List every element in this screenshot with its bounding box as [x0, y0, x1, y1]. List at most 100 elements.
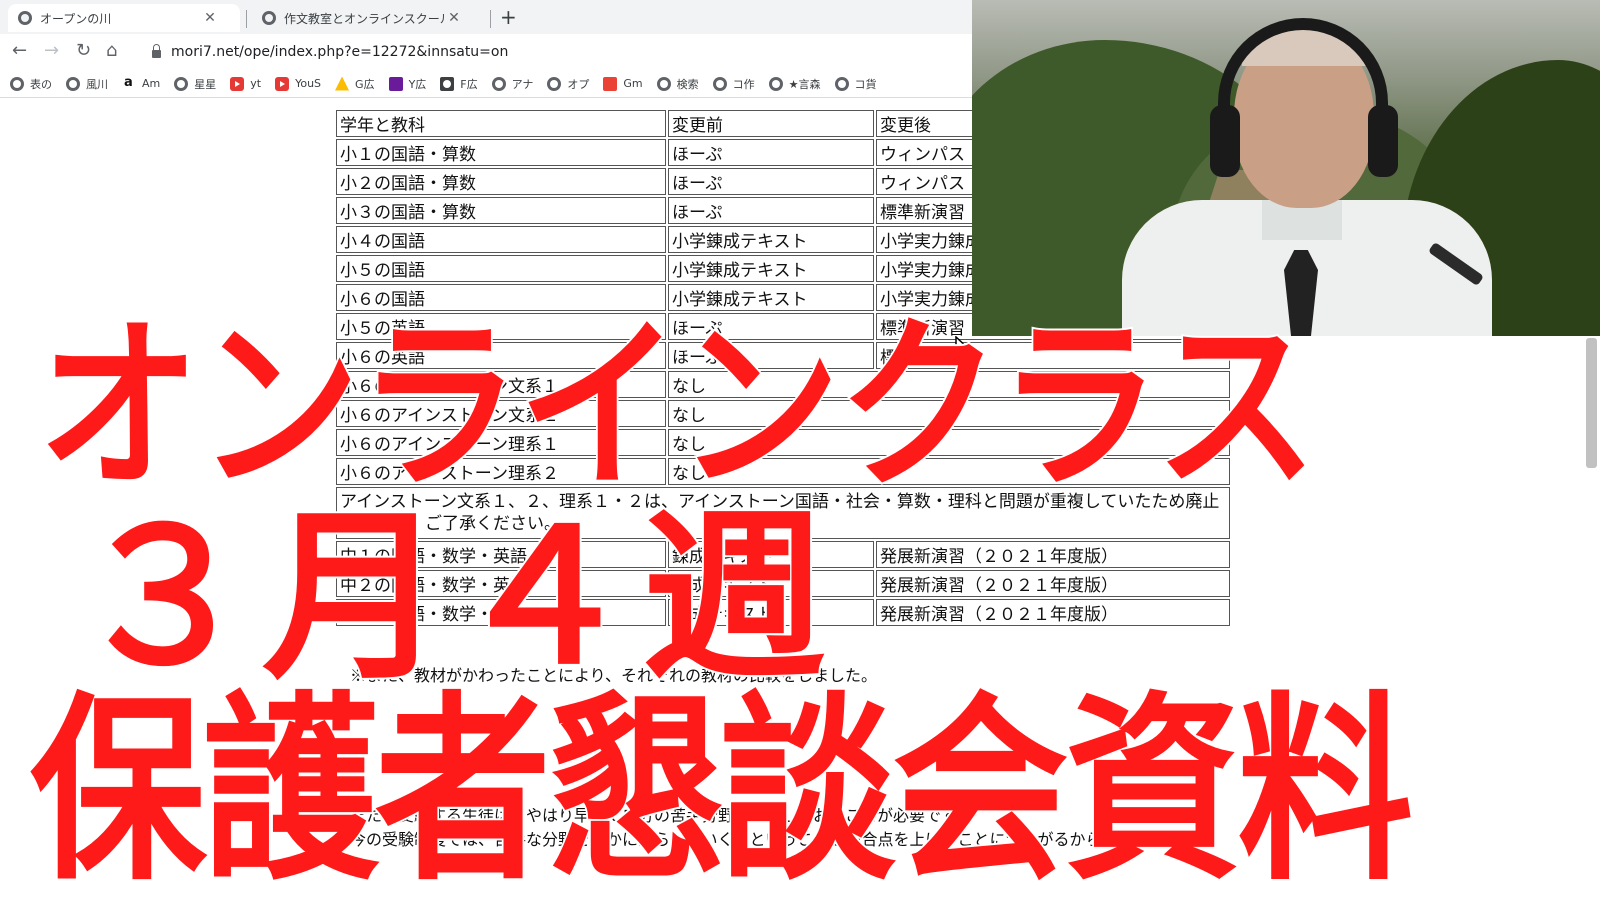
bookmark-item[interactable]: F広 — [440, 76, 478, 92]
amazon-icon — [122, 75, 136, 91]
tab-divider — [490, 10, 491, 28]
globe-icon — [491, 76, 506, 91]
forward-arrow-icon[interactable]: → — [44, 40, 59, 61]
table-row: 小６のアインストーン文系１ なし — [336, 371, 1230, 398]
globe-icon — [547, 76, 562, 91]
globe-icon — [174, 76, 189, 91]
google-ads-icon — [335, 76, 350, 91]
bookmark-item[interactable]: 表の — [10, 76, 52, 92]
youtube-icon — [275, 76, 290, 91]
bookmark-item[interactable]: YouS — [275, 76, 321, 91]
table-cell: 発展新演習（２０２１年度版） — [876, 541, 1230, 568]
scrollbar-thumb[interactable] — [1586, 338, 1597, 468]
yahoo-icon — [388, 76, 403, 91]
image-icon — [440, 76, 455, 91]
tab-active[interactable]: オープンの川 ✕ — [8, 4, 240, 32]
close-icon[interactable]: ✕ — [200, 10, 220, 26]
table-cell: 小１の国語・算数 — [336, 139, 666, 166]
reload-icon[interactable]: ↻ — [76, 40, 91, 61]
headphone-earcup — [1368, 105, 1398, 177]
tab-title: オープンの川 — [40, 11, 112, 26]
webcam-video — [972, 0, 1600, 336]
table-cell: 発展新演習（２０２１年度版） — [876, 570, 1230, 597]
table-cell: 発展新演習（２０２１年度版） — [876, 599, 1230, 626]
headphones-icon — [1218, 18, 1388, 168]
globe-icon — [10, 76, 24, 91]
table-cell: ほーぷ — [668, 139, 874, 166]
table-row: 小６の英語 ほーぷ 標準新演習 — [336, 342, 1230, 369]
tab-title: 作文教室とオンラインスクールの言葉 — [284, 11, 444, 26]
new-tab-button[interactable]: + — [500, 5, 517, 29]
table-row: 中２の国語・数学・英語 錬成テキスト 発展新演習（２０２１年度版） — [336, 570, 1230, 597]
table-cell: 小６のアインストーン理系２ — [336, 458, 666, 485]
close-icon[interactable]: ✕ — [444, 10, 464, 26]
table-cell: 中１の国語・数学・英語 — [336, 541, 666, 568]
url-text: mori7.net/ope/index.php?e=12272&innsatu=… — [171, 44, 509, 60]
table-cell: 小学錬成テキスト — [668, 255, 874, 282]
table-cell: 小６の英語 — [336, 342, 666, 369]
table-cell: 小２の国語・算数 — [336, 168, 666, 195]
table-cell: 中３の国語・数学・英語 — [336, 599, 666, 626]
table-cell: 錬成テキスト — [668, 570, 874, 597]
bookmark-item[interactable]: ★言森 — [768, 76, 821, 92]
bookmark-item[interactable]: 検索 — [656, 76, 699, 92]
bookmark-item[interactable]: 風川 — [66, 76, 108, 92]
column-header: 学年と教科 — [336, 110, 666, 137]
globe-icon — [834, 76, 849, 91]
tab-divider — [246, 10, 247, 28]
lock-icon — [152, 44, 161, 58]
table-cell: なし — [668, 458, 1230, 485]
table-cell: なし — [668, 429, 1230, 456]
bookmark-item[interactable]: Y広 — [388, 76, 426, 92]
table-cell: 小６のアインストーン理系１ — [336, 429, 666, 456]
address-bar[interactable]: mori7.net/ope/index.php?e=12272&innsatu=… — [140, 38, 980, 66]
bookmark-item[interactable]: コ貨 — [834, 76, 877, 92]
tab-inactive[interactable]: 作文教室とオンラインスクールの言葉 ✕ — [252, 4, 488, 32]
table-cell: ほーぷ — [668, 342, 874, 369]
globe-icon — [262, 11, 276, 25]
table-cell: ほーぷ — [668, 197, 874, 224]
bookmark-item[interactable]: コ作 — [712, 76, 755, 92]
globe-icon — [656, 76, 671, 91]
bookmark-item[interactable]: Gm — [603, 76, 643, 91]
home-icon[interactable]: ⌂ — [106, 40, 117, 61]
bookmark-item[interactable]: yt — [230, 76, 261, 91]
table-row: 小６のアインストーン文系２ なし — [336, 400, 1230, 427]
headphone-earcup — [1210, 105, 1240, 177]
body-paragraph: ※また、教材がかわったことにより、それぞれの教材の比較をしました。 — [350, 666, 878, 685]
globe-icon — [18, 11, 32, 25]
table-cell: 中２の国語・数学・英語 — [336, 570, 666, 597]
table-row: 小６のアインストーン理系２ なし — [336, 458, 1230, 485]
body-paragraph: 今の受験制度では、苦手な分野をいかに減らしていくかということが総合点を上げること… — [350, 830, 1118, 849]
table-row: 小６のアインストーン理系１ なし — [336, 429, 1230, 456]
globe-icon — [712, 76, 727, 91]
bookmark-item[interactable]: Am — [122, 75, 160, 91]
gmail-icon — [603, 76, 618, 91]
table-cell: 小学錬成テキスト — [668, 226, 874, 253]
table-cell: 小６のアインストーン文系２ — [336, 400, 666, 427]
table-cell: 小６のアインストーン文系１ — [336, 371, 666, 398]
navigation-bar: ← → ↻ ⌂ mori7.net/ope/index.php?e=12272&… — [0, 34, 992, 70]
mouse-cursor-icon — [955, 336, 973, 362]
body-paragraph: また、受験する生徒は、やはり早めに自分の苦手分野を把握しておくことが必要です。 — [350, 806, 972, 825]
table-cell: なし — [668, 371, 1230, 398]
table-cell: 小学錬成テキスト — [668, 284, 874, 311]
column-header: 変更前 — [668, 110, 874, 137]
table-note: アインストーン文系１、２、理系１・２は、アインストーン国語・社会・算数・理科と問… — [336, 487, 1230, 539]
table-cell: 錬成テキスト — [668, 599, 874, 626]
bookmarks-bar: 表の 風川 Am 星星 yt YouS G広 Y広 F広 アナ オプ Gm 検索… — [0, 70, 992, 98]
globe-icon — [66, 76, 80, 91]
bookmark-item[interactable]: アナ — [491, 76, 533, 92]
bookmark-item[interactable]: 星星 — [174, 76, 216, 92]
table-row: 中１の国語・数学・英語 錬成テキスト 発展新演習（２０２１年度版） — [336, 541, 1230, 568]
table-cell: ほーぷ — [668, 313, 874, 340]
youtube-icon — [230, 76, 245, 91]
table-row: アインストーン文系１、２、理系１・２は、アインストーン国語・社会・算数・理科と問… — [336, 487, 1230, 539]
globe-icon — [768, 76, 783, 91]
bookmark-item[interactable]: オプ — [547, 76, 589, 92]
table-cell: 小５の英語 — [336, 313, 666, 340]
bookmark-item[interactable]: G広 — [335, 76, 375, 92]
table-cell: 小３の国語・算数 — [336, 197, 666, 224]
table-cell: 小６の国語 — [336, 284, 666, 311]
back-arrow-icon[interactable]: ← — [12, 40, 27, 61]
